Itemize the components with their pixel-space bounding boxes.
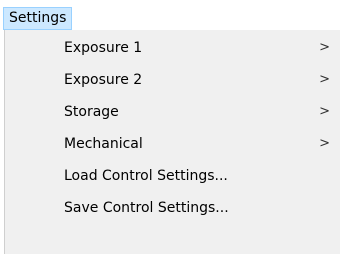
menu-item-mechanical[interactable]: Mechanical > bbox=[5, 128, 340, 160]
menu-item-load-control-settings[interactable]: Load Control Settings... bbox=[5, 160, 340, 192]
chevron-right-icon: > bbox=[319, 104, 330, 119]
menu-item-label: Load Control Settings... bbox=[64, 168, 228, 184]
menu-item-label: Mechanical bbox=[64, 136, 143, 152]
menu-item-label: Storage bbox=[64, 104, 119, 120]
menu-item-label: Save Control Settings... bbox=[64, 200, 229, 216]
chevron-right-icon: > bbox=[319, 40, 330, 55]
settings-menu[interactable]: Settings bbox=[3, 7, 73, 30]
menu-item-label: Exposure 2 bbox=[64, 72, 143, 88]
menu-bar: Settings bbox=[0, 0, 340, 31]
menu-item-storage[interactable]: Storage > bbox=[5, 96, 340, 128]
menu-item-exposure-1[interactable]: Exposure 1 > bbox=[5, 32, 340, 64]
chevron-right-icon: > bbox=[319, 136, 330, 151]
chevron-right-icon: > bbox=[319, 72, 330, 87]
menu-item-save-control-settings[interactable]: Save Control Settings... bbox=[5, 192, 340, 224]
menu-item-exposure-2[interactable]: Exposure 2 > bbox=[5, 64, 340, 96]
settings-dropdown: Exposure 1 > Exposure 2 > Storage > Mech… bbox=[4, 30, 340, 254]
menu-item-label: Exposure 1 bbox=[64, 40, 143, 56]
